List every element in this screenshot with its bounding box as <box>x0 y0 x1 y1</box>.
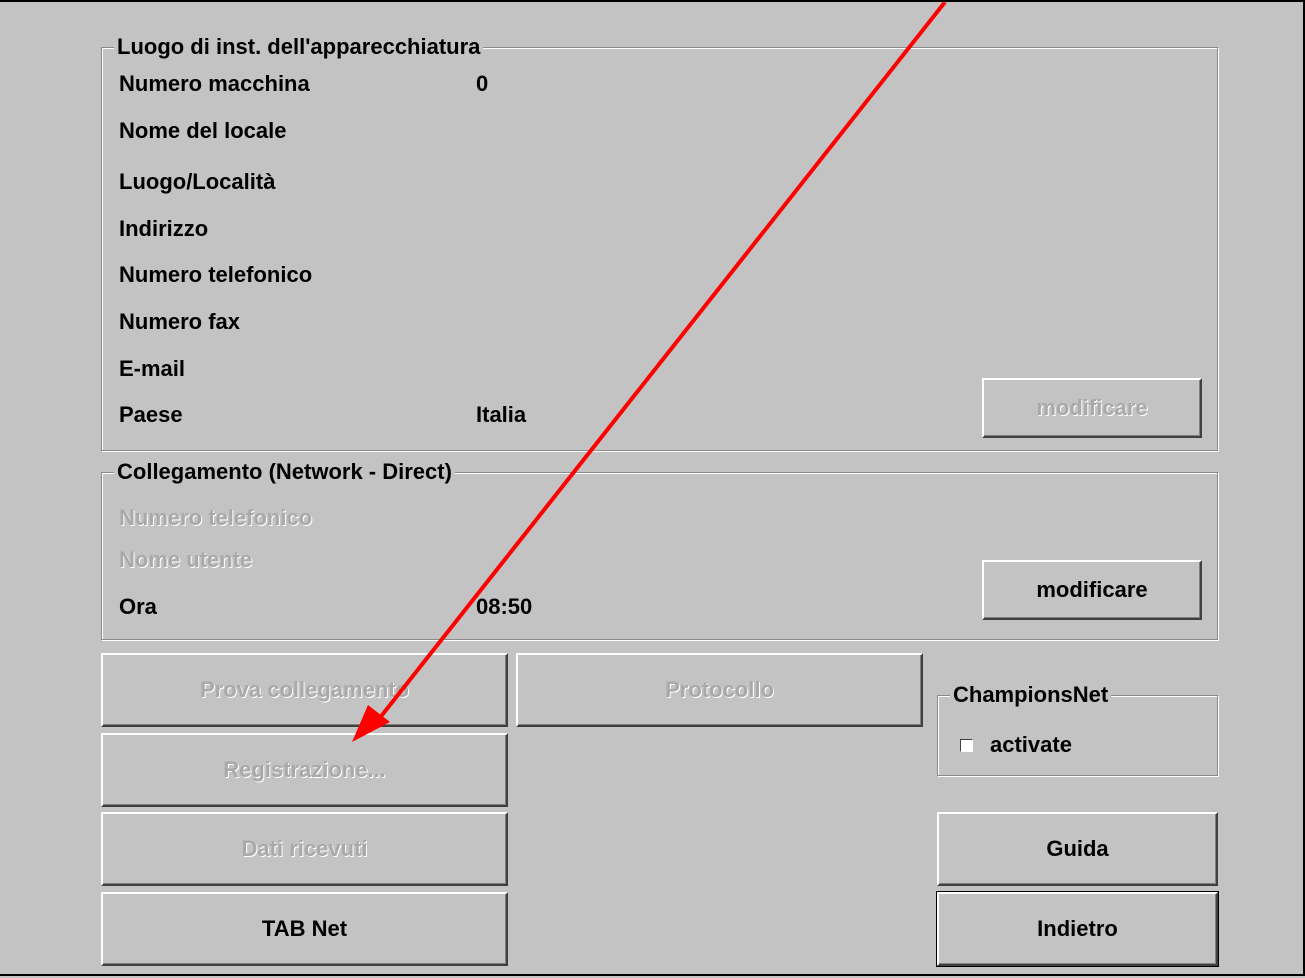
location-groupbox-title: Luogo di inst. dell'apparecchiatura <box>114 34 484 60</box>
activate-checkbox-label[interactable]: activate <box>990 732 1072 758</box>
venue-name-label: Nome del locale <box>119 118 287 143</box>
email-label: E-mail <box>119 356 186 381</box>
tab-net-button[interactable]: TAB Net <box>101 892 508 966</box>
fax-number-label: Numero fax <box>119 309 241 334</box>
address-label: Indirizzo <box>119 216 209 241</box>
country-label: Paese <box>119 402 183 427</box>
time-value: 08:50 <box>476 594 533 619</box>
edit-connection-button[interactable]: modificare <box>982 560 1202 620</box>
test-connection-button[interactable]: Prova collegamento <box>101 653 508 727</box>
connection-phone-label: Numero telefonico <box>119 505 313 530</box>
activate-checkbox[interactable] <box>960 739 973 752</box>
settings-screen: Luogo di inst. dell'apparecchiatura Nume… <box>0 0 1305 976</box>
time-label: Ora <box>119 594 157 619</box>
championsnet-groupbox-title: ChampionsNet <box>950 682 1112 708</box>
protocol-button[interactable]: Protocollo <box>516 653 923 727</box>
locality-label: Luogo/Località <box>119 169 276 194</box>
machine-number-label: Numero macchina <box>119 71 310 96</box>
edit-location-button[interactable]: modificare <box>982 378 1202 438</box>
championsnet-groupbox: ChampionsNet <box>937 682 1219 777</box>
back-button[interactable]: Indietro <box>936 891 1219 967</box>
connection-user-label: Nome utente <box>119 547 253 572</box>
help-button[interactable]: Guida <box>937 812 1218 886</box>
connection-groupbox-title: Collegamento (Network - Direct) <box>114 459 455 485</box>
registration-button[interactable]: Registrazione... <box>101 733 508 807</box>
received-data-button[interactable]: Dati ricevuti <box>101 812 508 886</box>
machine-number-value: 0 <box>476 71 489 96</box>
phone-number-label: Numero telefonico <box>119 262 313 287</box>
country-value: Italia <box>476 402 527 427</box>
